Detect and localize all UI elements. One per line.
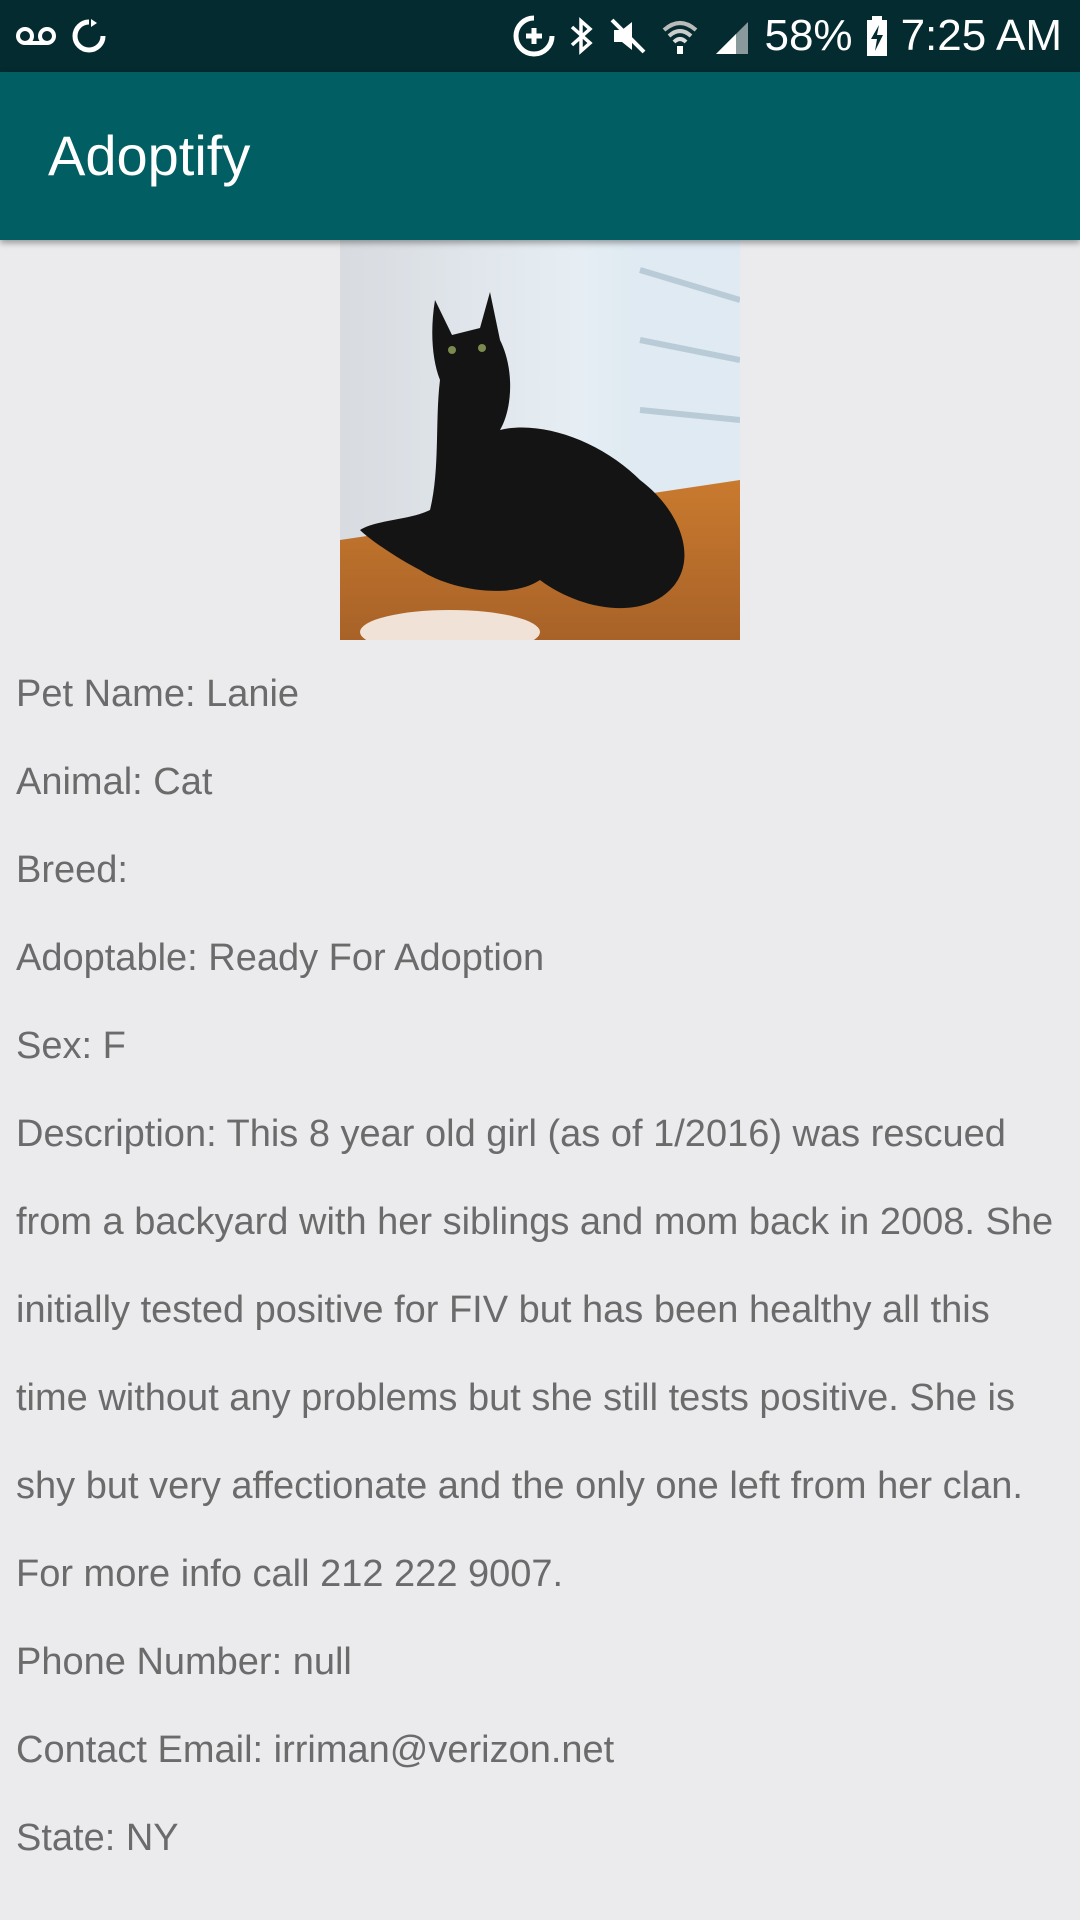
pet-breed: Breed: bbox=[16, 849, 128, 891]
pet-email: Contact Email: irriman@verizon.net bbox=[16, 1729, 615, 1771]
pet-sex: Sex: F bbox=[16, 1025, 126, 1067]
pet-description: Description: This 8 year old girl (as of… bbox=[16, 1113, 1054, 1595]
app-title: Adoptify bbox=[48, 124, 251, 187]
data-saver-icon bbox=[512, 14, 556, 58]
pet-name: Pet Name: Lanie bbox=[16, 673, 300, 715]
status-bar-right: 58% 7:25 AM bbox=[512, 0, 1062, 72]
signal-icon bbox=[712, 16, 752, 56]
bluetooth-icon bbox=[568, 15, 596, 57]
mute-icon bbox=[608, 16, 648, 56]
pet-details: Pet Name: Lanie Animal: Cat Breed: Adopt… bbox=[16, 650, 1066, 1882]
battery-percent: 58% bbox=[764, 11, 853, 60]
pet-phone: Phone Number: null bbox=[16, 1641, 352, 1683]
status-bar-left bbox=[16, 0, 108, 72]
status-bar: 58% 7:25 AM bbox=[0, 0, 1080, 72]
app-bar: Adoptify bbox=[0, 72, 1080, 240]
pet-animal: Animal: Cat bbox=[16, 761, 213, 803]
pet-state: State: NY bbox=[16, 1817, 179, 1859]
voicemail-icon bbox=[16, 24, 56, 48]
battery-charging-icon bbox=[865, 15, 889, 57]
sync-icon bbox=[70, 17, 108, 55]
pet-adoptable: Adoptable: Ready For Adoption bbox=[16, 937, 545, 979]
pet-photo bbox=[340, 240, 740, 640]
wifi-icon bbox=[660, 16, 700, 56]
clock: 7:25 AM bbox=[900, 11, 1062, 60]
